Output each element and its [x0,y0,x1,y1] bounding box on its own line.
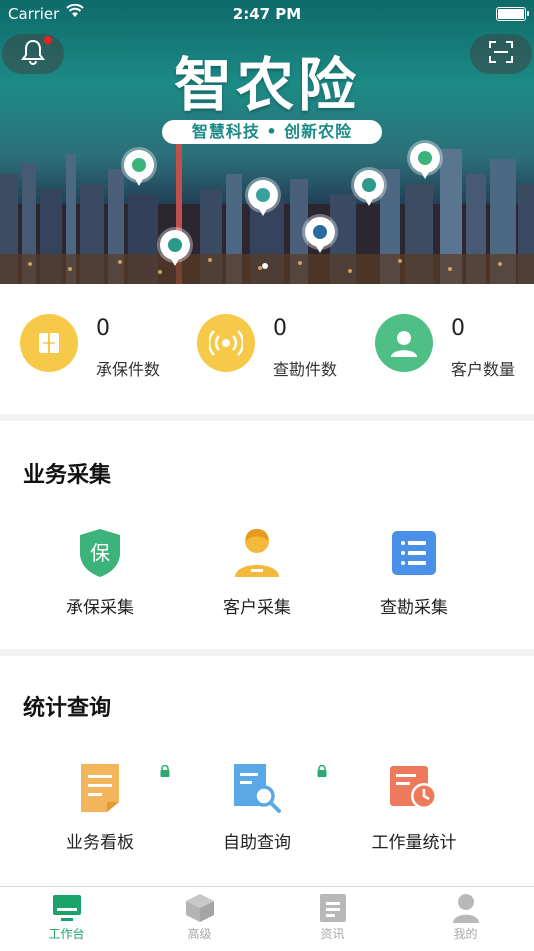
stat-value: 0 [96,316,110,341]
lock-icon [159,762,171,777]
banner[interactable]: 智农险 智慧科技 • 创新农险 Carrier 2:47 PM [0,0,534,284]
tile-underwriting[interactable]: 保 承保采集 [20,527,180,618]
self-query-icon [231,762,283,814]
app-slogan: 智慧科技 • 创新农险 [162,120,382,144]
stat-label: 承保件数 [96,360,161,379]
carousel-indicator[interactable] [262,263,268,269]
map-pin-tractor-icon [354,170,384,206]
tile-business-board[interactable]: 业务看板 [20,762,180,853]
tile-label: 承保采集 [66,598,134,618]
stats-card: 0 承保件数 0 查勘件数 0 客户数量 [0,284,534,414]
survey-list-icon [388,527,440,579]
document-icon [318,893,348,923]
stat-value: 0 [273,316,287,341]
scan-button[interactable] [470,34,532,74]
map-pin-globe-icon [160,230,190,266]
business-section: 业务采集 保 承保采集 客户采集 查勘采集 [0,421,534,649]
section-title: 统计查询 [23,696,112,721]
map-pin-farm-icon [248,180,278,216]
stat-label: 客户数量 [451,360,516,379]
section-title: 业务采集 [23,463,112,488]
statistics-section: 统计查询 业务看板 自助查询 工作量统计 [0,656,534,886]
stat-value: 0 [451,316,465,341]
lock-icon [316,762,328,777]
scan-icon [488,40,514,68]
status-bar: Carrier 2:47 PM [0,0,534,28]
user-icon [451,893,481,923]
tab-workbench[interactable]: 工作台 [0,893,133,942]
policy-book-icon [20,314,78,372]
customer-avatar-icon [231,527,283,579]
app-title: 智农险 [173,51,360,119]
tile-survey-collection[interactable]: 查勘采集 [334,527,494,618]
tile-label: 业务看板 [66,833,134,853]
battery-icon [496,7,529,21]
desktop-icon [52,893,82,923]
tab-label: 工作台 [48,927,85,941]
customer-person-icon [375,314,433,372]
tab-news[interactable]: 资讯 [266,893,399,942]
tile-label: 自助查询 [223,833,291,853]
tab-advanced[interactable]: 高级 [133,893,266,942]
tile-label: 客户采集 [223,598,291,618]
tab-label: 高级 [187,927,212,941]
tile-self-query[interactable]: 自助查询 [177,762,337,853]
map-pin-pig-icon [305,217,335,253]
tile-label: 工作量统计 [371,833,457,853]
tab-label: 资讯 [320,927,345,941]
map-pin-grain-icon [124,150,154,186]
cube-icon [185,893,215,923]
tile-label: 查勘采集 [380,598,448,618]
tab-bar: 工作台 高级 资讯 我的 [0,886,534,951]
notification-bell-icon [21,39,45,69]
map-pin-leaf-icon [410,143,440,179]
notification-button[interactable] [2,34,64,74]
shield-glyph: 保 [90,541,110,565]
tile-workload-stats[interactable]: 工作量统计 [334,762,494,853]
tab-mine[interactable]: 我的 [399,893,532,942]
tab-label: 我的 [453,927,478,941]
workload-stats-icon [388,762,440,814]
notification-badge [44,36,52,44]
tile-customer-collection[interactable]: 客户采集 [177,527,337,618]
stat-label: 查勘件数 [273,360,338,379]
insurance-shield-icon: 保 [74,527,126,579]
business-board-icon [74,762,126,814]
clock: 2:47 PM [232,5,302,23]
signal-broadcast-icon [197,314,255,372]
